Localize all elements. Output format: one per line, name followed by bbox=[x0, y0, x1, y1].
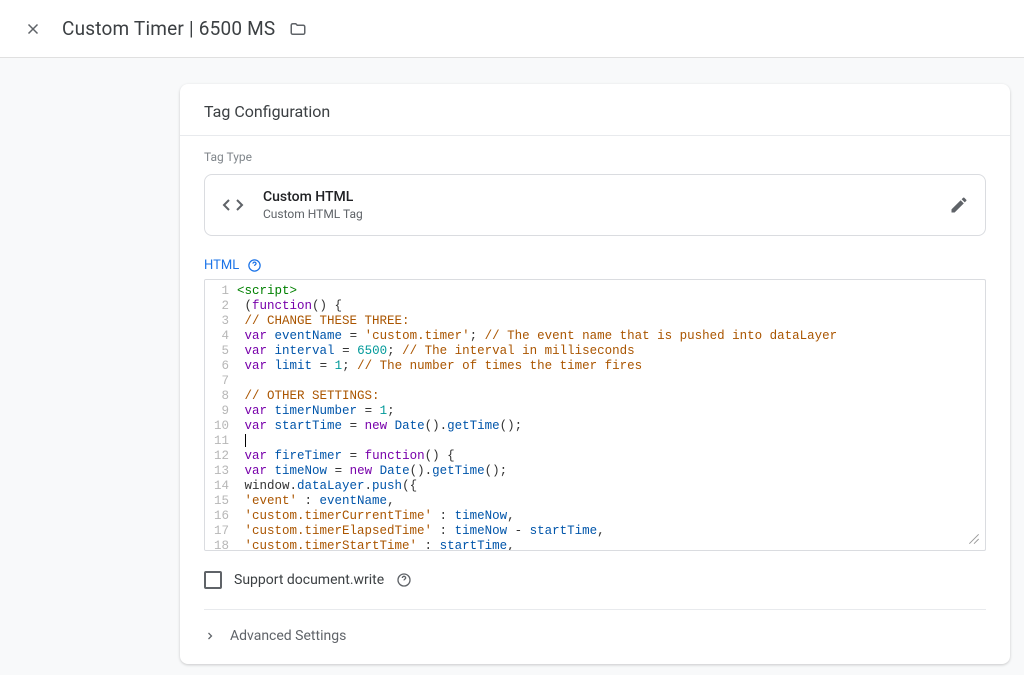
tag-type-name: Custom HTML bbox=[263, 189, 363, 205]
code-icon bbox=[221, 193, 245, 217]
html-editor-label: HTML bbox=[204, 258, 239, 273]
help-icon[interactable] bbox=[247, 258, 262, 273]
top-header: Custom Timer | 6500 MS bbox=[0, 0, 1024, 58]
code-content[interactable]: <script> (function() { // CHANGE THESE T… bbox=[235, 280, 843, 550]
tag-type-selector[interactable]: Custom HTML Custom HTML Tag bbox=[204, 174, 986, 236]
code-gutter: 1 2 3 4 5 6 7 8 9 10 11 12 13 14 15 16 1… bbox=[205, 280, 235, 550]
resize-handle-icon[interactable] bbox=[967, 532, 981, 546]
card-title: Tag Configuration bbox=[180, 84, 1010, 136]
chevron-right-icon bbox=[204, 630, 216, 642]
advanced-settings-label: Advanced Settings bbox=[230, 628, 346, 644]
support-document-write-checkbox[interactable] bbox=[204, 571, 222, 589]
help-icon[interactable] bbox=[396, 572, 412, 588]
tag-type-label: Tag Type bbox=[204, 150, 986, 164]
tag-type-description: Custom HTML Tag bbox=[263, 207, 363, 221]
folder-icon[interactable] bbox=[289, 20, 307, 38]
advanced-settings-toggle[interactable]: Advanced Settings bbox=[204, 628, 986, 644]
page-title: Custom Timer | 6500 MS bbox=[62, 17, 275, 40]
edit-icon[interactable] bbox=[949, 195, 969, 215]
tag-config-card: Tag Configuration Tag Type Custom HTML C… bbox=[180, 84, 1010, 664]
code-editor[interactable]: 1 2 3 4 5 6 7 8 9 10 11 12 13 14 15 16 1… bbox=[204, 279, 986, 551]
support-document-write-label: Support document.write bbox=[234, 572, 384, 588]
close-icon[interactable] bbox=[24, 20, 42, 38]
